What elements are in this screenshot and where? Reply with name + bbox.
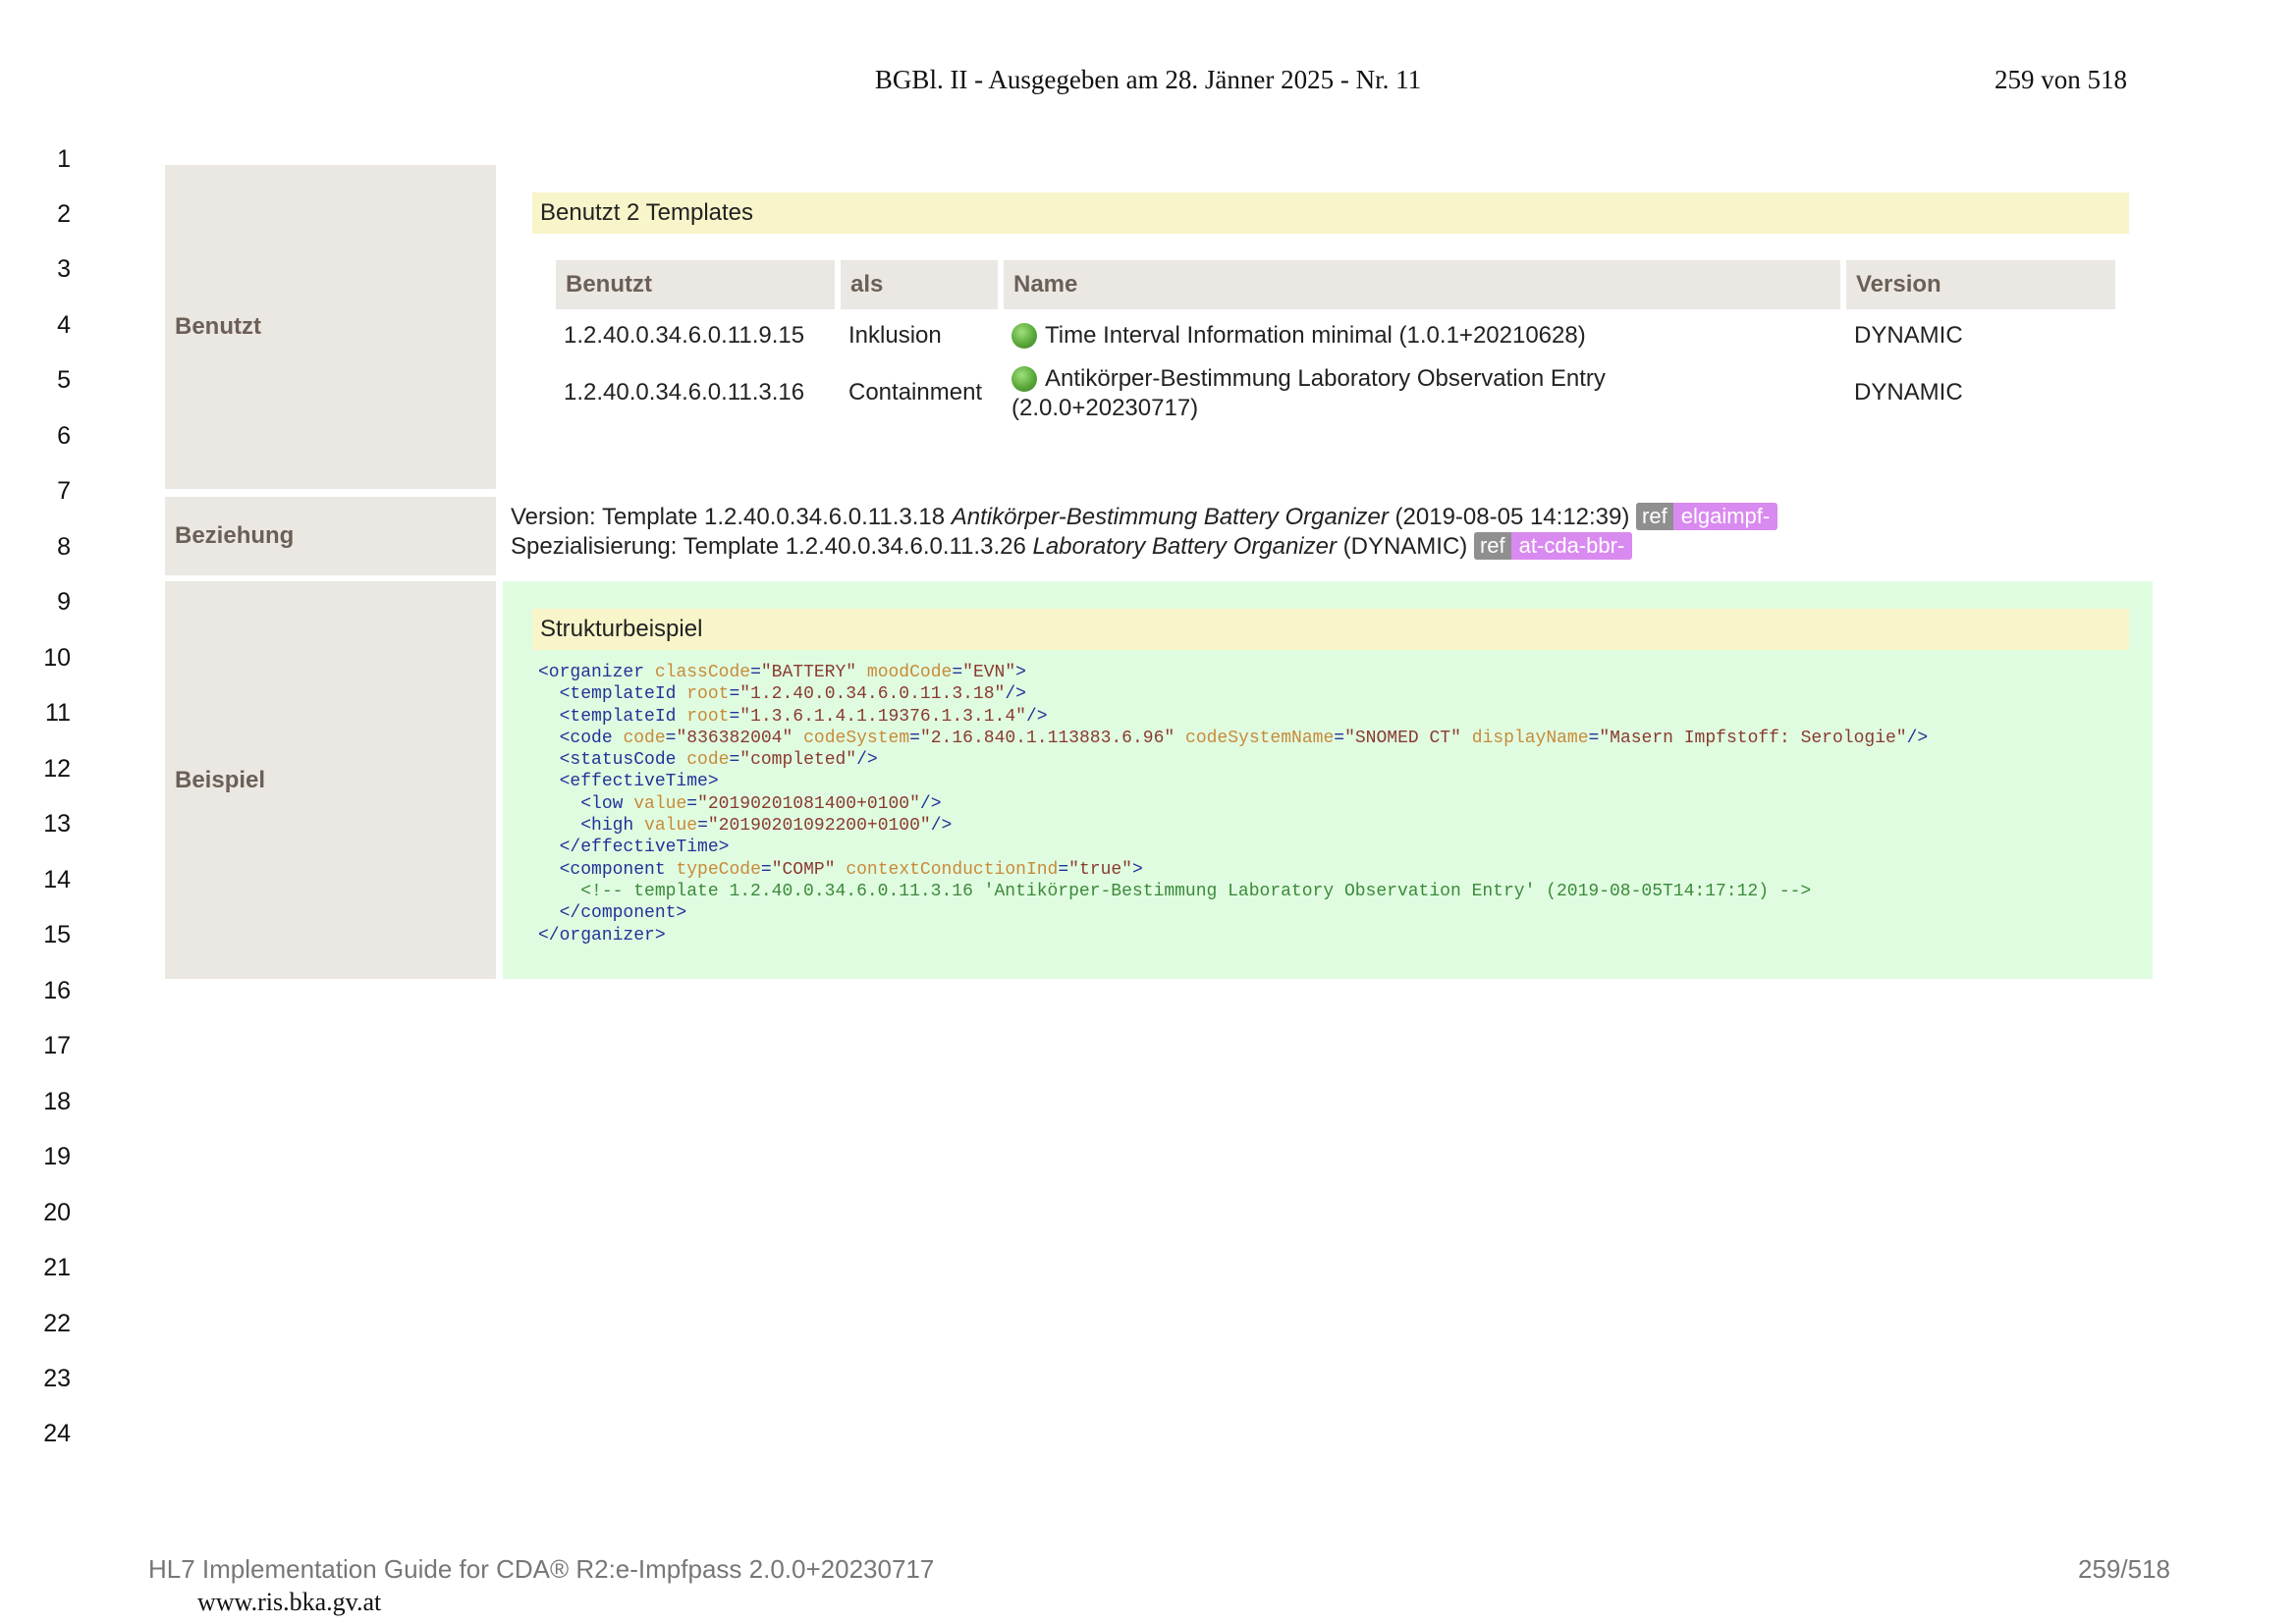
line-number: 1 (57, 145, 71, 173)
footer-page-number: 259/518 (2078, 1554, 2170, 1584)
label-beispiel-text: Beispiel (175, 766, 266, 793)
line-number: 15 (43, 921, 71, 948)
page-header: BGBl. II - Ausgegeben am 28. Jänner 2025… (0, 65, 2296, 104)
table-row: 1.2.40.0.34.6.0.11.9.15 Inklusion Time I… (556, 309, 2115, 362)
code-line: <high value="20190201092200+0100"/> (580, 816, 953, 837)
code-line: <templateId root="1.3.6.1.4.1.19376.1.3.… (559, 706, 1048, 727)
status-dot-icon (1011, 366, 1037, 392)
ref-badge-text: at-cda-bbr- (1518, 533, 1625, 558)
code-line: <low value="20190201081400+0100"/> (580, 793, 942, 814)
beispiel-caption: Strukturbeispiel (532, 609, 2129, 650)
version-suffix: (2019‑08‑05 14:12:39) (1388, 504, 1637, 530)
line-number: 5 (57, 366, 71, 394)
line-number: 13 (43, 810, 71, 838)
line-number: 10 (43, 644, 71, 672)
line-number: 20 (43, 1199, 71, 1226)
template-id: 1.2.40.0.34.6.0.11.3.16 (564, 379, 805, 406)
template-name-cell: Antikörper-Bestimmung Laboratory Observa… (1004, 362, 1840, 423)
footer-guide-title: HL7 Implementation Guide for CDA® R2:e-I… (148, 1554, 935, 1584)
line-number: 24 (43, 1420, 71, 1447)
status-dot-icon (1011, 323, 1037, 349)
table-row: 1.2.40.0.34.6.0.11.3.16 Containment Anti… (556, 362, 2115, 423)
template-relation: Containment (848, 379, 983, 406)
template-version: DYNAMIC (1854, 322, 1963, 349)
col-name: Name (1004, 260, 1840, 309)
code-line: <code code="836382004" codeSystem="2.16.… (559, 728, 1929, 748)
col-benutzt: Benutzt (556, 260, 835, 309)
template-name-link[interactable]: Antikörper-Bestimmung Laboratory Observa… (1045, 365, 1606, 392)
code-line: </effectiveTime> (559, 838, 730, 858)
line-number: 8 (57, 533, 71, 561)
version-relation: Version: Template 1.2.40.0.34.6.0.11.3.1… (511, 503, 1778, 532)
spec-template-name[interactable]: Laboratory Battery Organizer (1032, 533, 1336, 560)
code-line: <templateId root="1.2.40.0.34.6.0.11.3.1… (559, 684, 1026, 705)
template-version: DYNAMIC (1854, 379, 1963, 406)
beziehung-section: Version: Template 1.2.40.0.34.6.0.11.3.1… (511, 503, 1778, 562)
code-line: <statusCode code="completed"/> (559, 750, 878, 771)
label-benutzt: Benutzt (165, 165, 496, 489)
line-number: 14 (43, 866, 71, 893)
beispiel-section: Strukturbeispiel <organizer classCode="B… (503, 581, 2153, 979)
version-prefix: Version: Template 1.2.40.0.34.6.0.11.3.1… (511, 504, 952, 530)
template-name-cell: Time Interval Information minimal (1.0.1… (1004, 309, 1840, 362)
specialization-relation: Spezialisierung: Template 1.2.40.0.34.6.… (511, 532, 1777, 562)
benutzt-caption: Benutzt 2 Templates (532, 192, 2129, 234)
template-name-link[interactable]: Time Interval Information minimal (1.0.1… (1045, 322, 1586, 349)
col-version: Version (1846, 260, 2115, 309)
template-relation: Inklusion (848, 322, 942, 349)
label-beziehung-text: Beziehung (175, 522, 295, 549)
ref-badge[interactable]: ref elgaimpf- (1636, 503, 1778, 530)
spec-suffix: (DYNAMIC) (1336, 533, 1474, 560)
ref-badge-text: elgaimpf- (1680, 504, 1771, 528)
footer-url[interactable]: www.ris.bka.gv.at (197, 1588, 381, 1617)
table-header-row: Benutzt als Name Version (556, 260, 2115, 309)
ref-label: ref (1636, 503, 1673, 530)
line-number: 23 (43, 1365, 71, 1392)
template-name-version[interactable]: (2.0.0+20230717) (1011, 395, 1198, 421)
code-line: <!-- template 1.2.40.0.34.6.0.11.3.16 'A… (580, 881, 1812, 901)
line-number: 17 (43, 1032, 71, 1059)
line-number: 16 (43, 977, 71, 1004)
ref-label: ref (1473, 532, 1511, 560)
version-template-name[interactable]: Antikörper-Bestimmung Battery Organizer (952, 504, 1389, 530)
ref-badge[interactable]: ref at-cda-bbr- (1473, 532, 1633, 560)
code-line: <organizer classCode="BATTERY" moodCode=… (538, 663, 1026, 682)
code-line: </organizer> (538, 925, 666, 946)
line-number: 21 (43, 1254, 71, 1281)
line-number: 12 (43, 755, 71, 783)
line-number: 22 (43, 1310, 71, 1337)
line-number: 19 (43, 1143, 71, 1170)
templates-table: Benutzt als Name Version 1.2.40.0.34.6.0… (550, 260, 2121, 423)
line-number: 4 (57, 311, 71, 339)
template-id: 1.2.40.0.34.6.0.11.9.15 (564, 322, 805, 349)
label-benutzt-text: Benutzt (175, 313, 261, 340)
gazette-title: BGBl. II - Ausgegeben am 28. Jänner 2025… (874, 65, 1422, 94)
line-number: 9 (57, 588, 71, 616)
benutzt-section: Benutzt 2 Templates Benutzt als Name Ver… (503, 165, 2153, 489)
code-line: <effectiveTime> (559, 772, 719, 792)
label-beispiel: Beispiel (165, 581, 496, 979)
code-line: <component typeCode="COMP" contextConduc… (559, 859, 1143, 880)
page-counter: 259 von 518 (1995, 65, 2127, 94)
line-number: 6 (57, 422, 71, 450)
line-number: 2 (57, 200, 71, 228)
col-als: als (841, 260, 998, 309)
line-number: 18 (43, 1088, 71, 1115)
xml-code-block: <organizer classCode="BATTERY" moodCode=… (538, 662, 1928, 947)
line-number: 11 (45, 699, 71, 727)
line-number: 3 (57, 255, 71, 283)
spec-prefix: Spezialisierung: Template 1.2.40.0.34.6.… (511, 533, 1033, 560)
line-number: 7 (57, 477, 71, 505)
label-beziehung: Beziehung (165, 497, 496, 575)
code-line: </component> (559, 903, 687, 924)
